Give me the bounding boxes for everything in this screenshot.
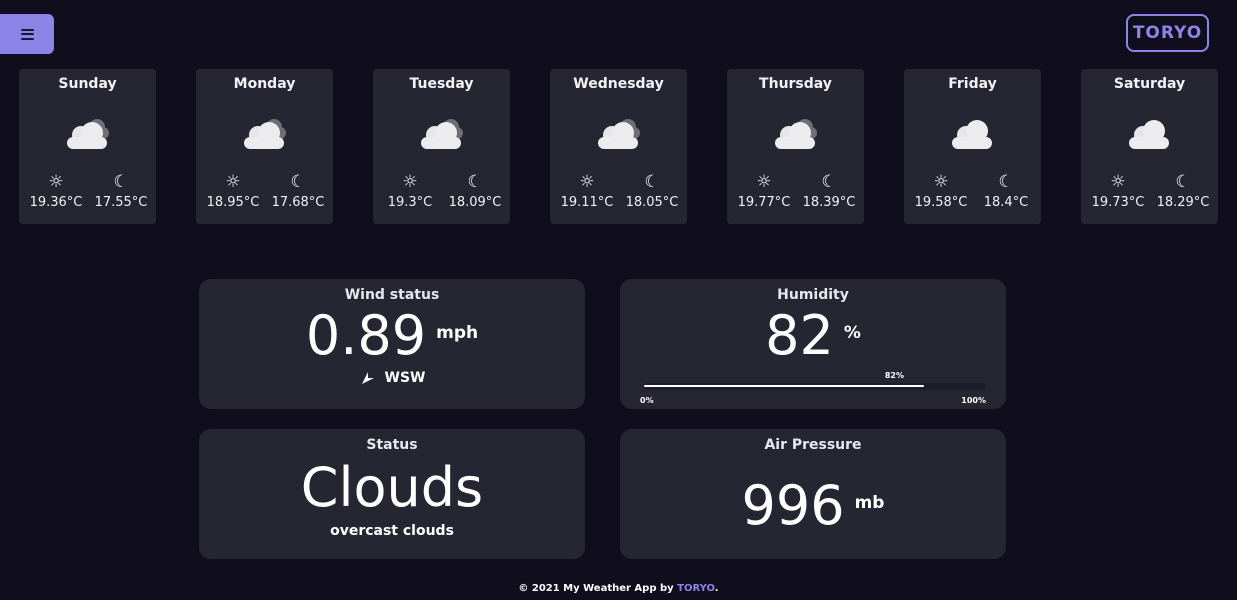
sun-icon: ☼ [933,172,949,192]
cloud-icon [1129,120,1169,149]
sun-icon: ☼ [48,172,64,192]
footer-brand-link[interactable]: TORYO [677,583,715,594]
max-temp: 18.05°C [625,195,679,210]
humidity-bar-fill [644,385,925,387]
cloudy-icon [598,119,640,149]
min-temp: 19.77°C [737,195,791,210]
moon-icon: ☾ [821,172,837,192]
cloudy-icon [775,119,817,149]
humidity-bar-min: 0% [640,396,654,405]
sun-icon: ☼ [402,172,418,192]
forecast-day-card: Thursday ☼ 19.77°C ☾ 18.39°C [727,69,864,224]
moon-icon: ☾ [290,172,306,192]
sun-icon: ☼ [1110,172,1126,192]
humidity-bar-label: 82% [884,371,904,380]
day-name: Sunday [58,76,117,92]
forecast-day-card: Sunday ☼ 19.36°C ☾ 17.55°C [19,69,156,224]
min-temp: 19.3°C [387,195,433,210]
sun-icon: ☼ [225,172,241,192]
humidity-value: 82 [765,304,834,367]
air-pressure-unit: mb [854,493,885,513]
humidity-bar-max: 100% [961,396,986,405]
cloudy-icon [421,119,463,149]
footer: © 2021 My Weather App by TORYO. [0,583,1237,594]
footer-end: . [714,583,719,594]
min-temp: 19.36°C [29,195,83,210]
moon-icon: ☾ [998,172,1014,192]
air-pressure-value: 996 [741,474,845,537]
weather-app: TORYO Sunday ☼ 19.36°C ☾ 17.55°C Monday ☼ 1… [0,0,1237,600]
logo[interactable]: TORYO [1126,14,1209,52]
max-temp: 18.39°C [802,195,856,210]
day-name: Saturday [1113,76,1186,92]
air-pressure-title: Air Pressure [764,437,862,453]
forecast-day-card: Friday ☼ 19.58°C ☾ 18.4°C [904,69,1041,224]
sun-icon: ☼ [579,172,595,192]
moon-icon: ☾ [467,172,483,192]
footer-text: © 2021 My Weather App by [518,583,678,594]
status-description: overcast clouds [330,523,454,539]
hamburger-menu-icon [20,28,34,40]
max-temp: 17.68°C [271,195,325,210]
humidity-card: Humidity 82 % 82% 0% 100% [620,279,1006,409]
forecast-day-card: Monday ☼ 18.95°C ☾ 17.68°C [196,69,333,224]
sun-icon: ☼ [756,172,772,192]
day-name: Thursday [759,76,832,92]
max-temp: 17.55°C [94,195,148,210]
min-temp: 19.73°C [1091,195,1145,210]
moon-icon: ☾ [1175,172,1191,192]
humidity-bar-track [644,383,986,390]
navigation-arrow-icon [361,372,374,384]
day-name: Monday [233,76,296,92]
cloudy-icon [244,119,286,149]
status-card: Status Clouds overcast clouds [199,429,585,559]
min-temp: 19.11°C [560,195,614,210]
wind-status-card: Wind status 0.89 mph WSW [199,279,585,409]
max-temp: 18.29°C [1156,195,1210,210]
forecast-day-card: Wednesday ☼ 19.11°C ☾ 18.05°C [550,69,687,224]
max-temp: 18.4°C [983,195,1029,210]
humidity-unit: % [843,323,861,343]
max-temp: 18.09°C [448,195,502,210]
menu-button[interactable] [0,14,54,54]
day-name: Friday [948,76,997,92]
min-temp: 18.95°C [206,195,260,210]
day-name: Wednesday [573,76,664,92]
forecast-day-card: Tuesday ☼ 19.3°C ☾ 18.09°C [373,69,510,224]
wind-direction: WSW [384,370,426,386]
wind-status-title: Wind status [344,287,440,303]
status-title: Status [366,437,418,453]
air-pressure-card: Air Pressure 996 mb [620,429,1006,559]
status-value: Clouds [300,456,484,519]
moon-icon: ☾ [644,172,660,192]
min-temp: 19.58°C [914,195,968,210]
weekly-forecast: Sunday ☼ 19.36°C ☾ 17.55°C Monday ☼ 18.95°C… [19,69,1218,224]
wind-speed-unit: mph [436,323,479,343]
cloudy-icon [67,119,109,149]
forecast-day-card: Saturday ☼ 19.73°C ☾ 18.29°C [1081,69,1218,224]
day-name: Tuesday [409,76,474,92]
moon-icon: ☾ [113,172,129,192]
humidity-title: Humidity [777,287,849,303]
wind-speed-value: 0.89 [305,304,427,367]
cloud-icon [952,120,992,149]
